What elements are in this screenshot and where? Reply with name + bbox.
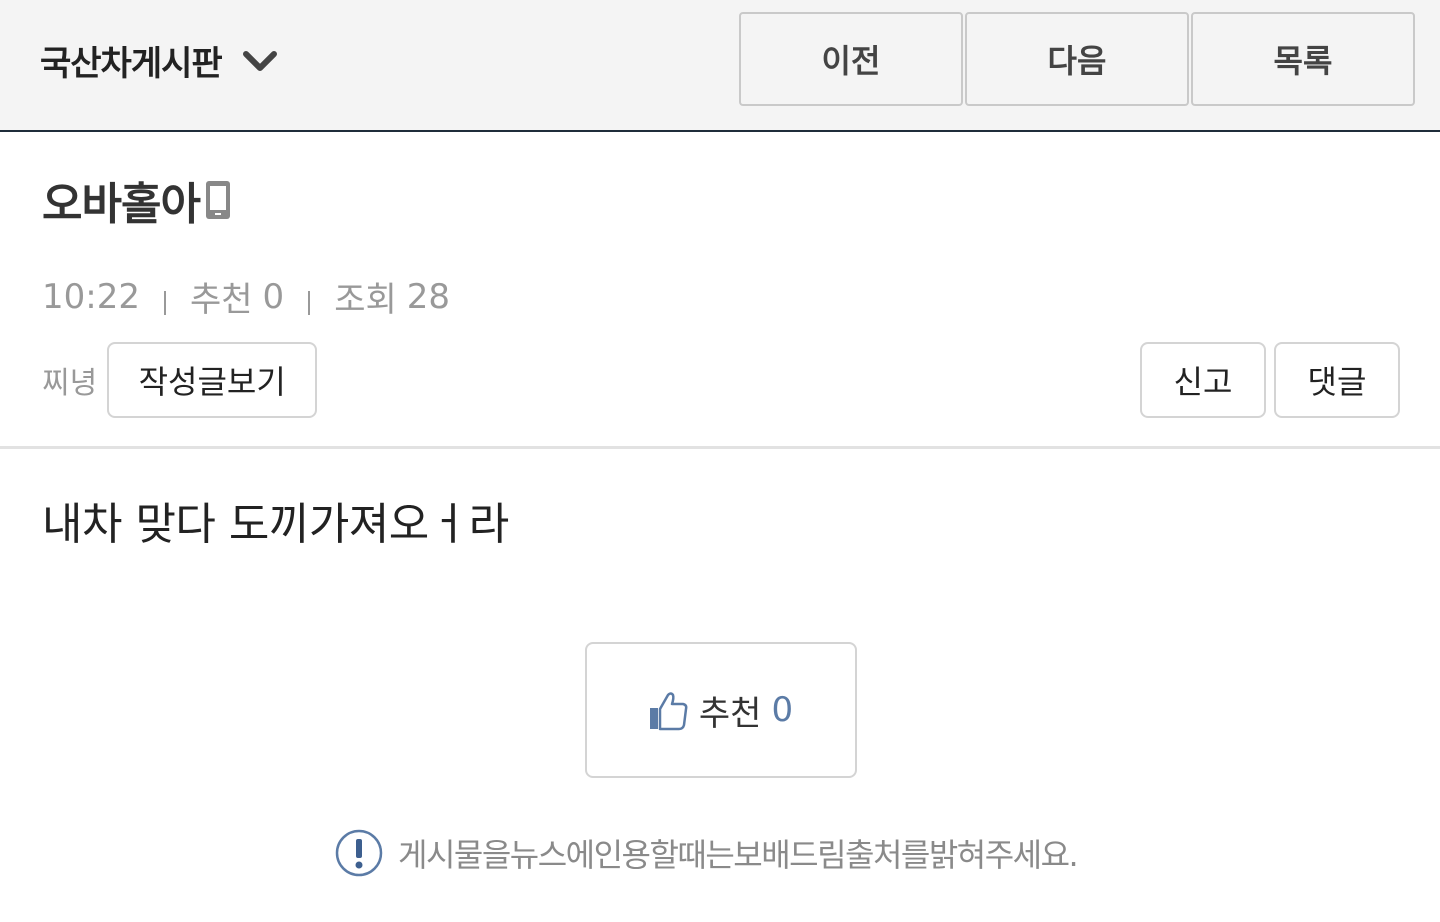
notice-text: 게시물을뉴스에인용할때는보배드림출처를밝혀주세요. [398, 836, 1079, 874]
recommend-count: 0 [771, 690, 794, 730]
comment-button[interactable]: 댓글 [1274, 342, 1400, 418]
prev-button[interactable]: 이전 [739, 12, 963, 106]
thumbs-up-icon [649, 692, 688, 731]
list-button[interactable]: 목록 [1191, 12, 1415, 106]
citation-notice: 게시물을뉴스에인용할때는보배드림출처를밝혀주세요. [334, 828, 1079, 878]
view-author-posts-button[interactable]: 작성글보기 [107, 342, 318, 418]
post-title: 오바홀아 [42, 168, 232, 232]
author-name[interactable]: 찌녕 [42, 358, 97, 402]
recommend-button[interactable]: 추천 0 [585, 642, 857, 778]
mobile-phone-icon [205, 181, 230, 219]
post-action-buttons: 신고 댓글 [1140, 342, 1400, 418]
recommend-meta-label: 추천 [189, 280, 253, 320]
post-header: 오바홀아 10:22 추천 0 조회 28 찌녕 작성글보기 신고 댓글 [0, 132, 1440, 449]
post-meta: 10:22 추천 0 조회 28 [42, 272, 450, 321]
post-body: 내차 맞다 도끼가져오ㅓ라 [42, 499, 509, 550]
report-button[interactable]: 신고 [1140, 342, 1266, 418]
board-name: 국산차게시판 [40, 44, 223, 84]
post-time: 10:22 [42, 276, 140, 317]
meta-divider [308, 290, 311, 315]
views-count: 28 [406, 276, 451, 317]
next-button[interactable]: 다음 [965, 12, 1189, 106]
exclamation-circle-icon [335, 829, 383, 877]
top-bar: 국산차게시판 이전 다음 목록 [0, 0, 1440, 132]
recommend-meta-count: 0 [262, 276, 285, 317]
meta-divider [163, 290, 166, 315]
board-selector[interactable]: 국산차게시판 [40, 36, 278, 85]
chevron-down-icon [242, 50, 277, 71]
author-row: 찌녕 작성글보기 [42, 342, 318, 418]
post-nav-buttons: 이전 다음 목록 [739, 12, 1417, 106]
recommend-label: 추천 [698, 693, 762, 734]
views-label: 조회 [334, 280, 397, 320]
post-title-text: 오바홀아 [42, 179, 201, 230]
